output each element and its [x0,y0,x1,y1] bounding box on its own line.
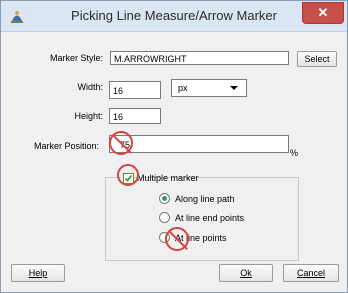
width-unit-value: px [178,83,188,93]
marker-position-label: Marker Position: [33,141,99,151]
width-label: Width: [77,82,103,92]
marker-style-label: Marker Style: [49,53,103,63]
title-bar[interactable]: Picking Line Measure/Arrow Marker ✕ [1,1,347,32]
select-button[interactable]: Select [297,51,337,67]
radio-along-line-path[interactable]: Along line path [159,192,289,206]
radio-at-line-points[interactable]: At line points [159,231,289,245]
marker-position-unit: % [290,148,299,158]
close-button[interactable]: ✕ [302,2,344,24]
height-label: Height: [74,111,103,121]
window-title: Picking Line Measure/Arrow Marker [71,8,277,23]
radio-button[interactable] [159,212,170,223]
radio-button[interactable] [159,232,170,243]
marker-style-field[interactable]: M.ARROWRIGHT [110,51,289,65]
dialog-window: Picking Line Measure/Arrow Marker ✕ Mark… [0,0,348,293]
chevron-down-icon [230,86,238,90]
radio-label: At line end points [175,213,245,223]
radio-at-line-end-points[interactable]: At line end points [159,211,289,225]
multiple-marker-checkbox[interactable] [123,173,134,184]
help-button[interactable]: Help [11,264,65,282]
height-field[interactable]: 16 [109,108,161,124]
multiple-marker-row[interactable]: Multiple marker [121,171,199,185]
check-icon [124,175,133,182]
multiple-marker-label: Multiple marker [137,173,199,183]
width-field[interactable]: 16 [109,81,161,99]
width-unit-select[interactable]: px [171,79,247,97]
cancel-button[interactable]: Cancel [283,264,339,282]
radio-label: Along line path [175,194,235,204]
marker-position-field[interactable]: 75 [109,135,289,153]
ok-button[interactable]: Ok [219,264,273,282]
radio-label: At line points [175,233,227,243]
radio-button[interactable] [159,193,170,204]
